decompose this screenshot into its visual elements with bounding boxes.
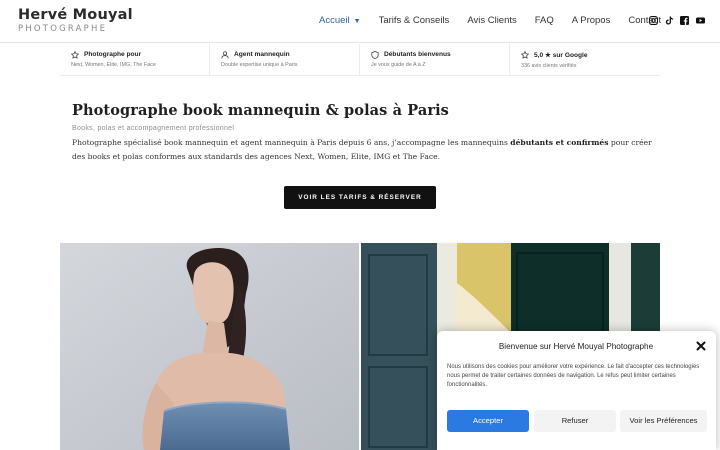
model-portrait-image: [60, 243, 359, 450]
feature-subtitle: 336 avis clients vérifiés: [521, 63, 577, 69]
nav-item-avis[interactable]: Avis Clients: [467, 15, 516, 26]
nav-item-faq[interactable]: FAQ: [535, 15, 554, 26]
nav-item-accueil[interactable]: Accueil ▼: [319, 15, 361, 26]
youtube-icon[interactable]: [695, 16, 705, 25]
model-photo-left[interactable]: [60, 243, 359, 450]
feature-agencies: Photographe pour Next, Women, Elite, IMG…: [60, 44, 210, 76]
star-icon: [521, 51, 529, 59]
feature-subtitle: Je vous guide de A à Z: [371, 62, 426, 68]
feature-title: 5,0 ★ sur Google: [534, 52, 588, 59]
cookie-text: Nous utilisons des cookies pour améliore…: [447, 364, 700, 388]
instagram-icon[interactable]: [649, 16, 658, 25]
page-title: Photographe book mannequin & polas à Par…: [72, 102, 449, 119]
nav-item-tarifs[interactable]: Tarifs & Conseils: [379, 15, 450, 26]
close-icon[interactable]: [696, 341, 706, 351]
feature-beginners: Débutants bienvenus Je vous guide de A à…: [360, 44, 510, 76]
chevron-down-icon: ▼: [353, 18, 361, 25]
feature-title: Débutants bienvenus: [384, 51, 451, 58]
feature-agent: Agent mannequin Double expertise unique …: [210, 44, 360, 76]
brand-tagline: PHOTOGRAPHE: [18, 24, 108, 34]
view-preferences-button[interactable]: Voir les Préférences: [620, 410, 707, 432]
star-icon: [71, 51, 79, 59]
brand-name[interactable]: Hervé Mouyal: [18, 7, 133, 23]
nav-label-accueil: Accueil: [319, 15, 350, 26]
nav-item-apropos[interactable]: A Propos: [572, 15, 611, 26]
facebook-icon[interactable]: [680, 16, 689, 25]
intro-description: Photographe spécialisé book mannequin et…: [72, 136, 652, 164]
page-subtitle: Books, polas et accompagnement professio…: [72, 125, 235, 132]
refuse-cookies-button[interactable]: Refuser: [534, 410, 616, 432]
social-links: [649, 16, 711, 25]
accept-cookies-button[interactable]: Accepter: [447, 410, 529, 432]
brand-logo[interactable]: Hervé Mouyal PHOTOGRAPHE: [18, 7, 133, 34]
pricing-booking-button[interactable]: VOIR LES TARIFS & RÉSERVER: [284, 186, 436, 209]
intro-desc-bold: débutants et confirmés: [510, 138, 609, 147]
site-header: Hervé Mouyal PHOTOGRAPHE Accueil ▼ Tarifs…: [0, 0, 720, 43]
intro-section: Photographe book mannequin & polas à Par…: [72, 102, 652, 164]
feature-title: Photographe pour: [84, 51, 142, 58]
shield-icon: [371, 51, 379, 59]
feature-subtitle: Double expertise unique à Paris: [221, 62, 298, 68]
feature-title: Agent mannequin: [234, 51, 290, 58]
feature-google-rating: 5,0 ★ sur Google 336 avis clients vérifi…: [510, 44, 660, 76]
cookie-title: Bienvenue sur Hervé Mouyal Photographe: [498, 342, 654, 351]
cookie-consent-banner: Bienvenue sur Hervé Mouyal Photographe N…: [437, 331, 716, 450]
features-strip: Photographe pour Next, Women, Elite, IMG…: [60, 44, 660, 76]
main-nav: Accueil ▼ Tarifs & Conseils Avis Clients …: [319, 15, 679, 26]
feature-subtitle: Next, Women, Elite, IMG, The Face: [71, 62, 156, 68]
tiktok-icon[interactable]: [665, 16, 674, 25]
user-icon: [221, 51, 229, 59]
intro-desc-part1: Photographe spécialisé book mannequin et…: [72, 138, 511, 147]
